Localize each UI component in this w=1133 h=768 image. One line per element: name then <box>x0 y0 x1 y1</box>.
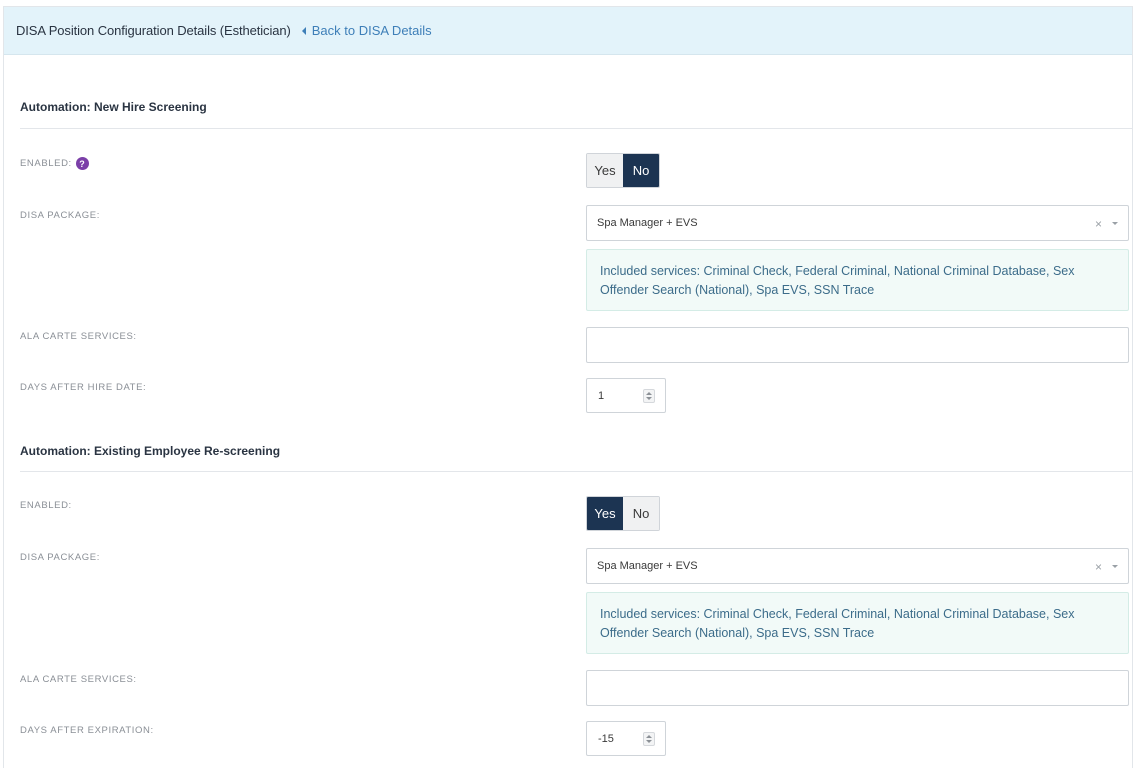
toggle-yes-button[interactable]: Yes <box>587 154 623 187</box>
ala-carte-label: ALA CARTE SERVICES: <box>20 331 137 342</box>
enabled-label: ENABLED: <box>20 500 72 511</box>
disa-package-select-new-hire[interactable]: Spa Manager + EVS × <box>586 205 1129 241</box>
enabled-label: ENABLED: ? <box>20 157 89 170</box>
section-divider <box>20 128 1133 129</box>
number-value: -15 <box>598 732 614 745</box>
page-title: DISA Position Configuration Details (Est… <box>16 23 291 38</box>
days-after-hire-label: DAYS AFTER HIRE DATE: <box>20 382 147 393</box>
clear-selection-icon[interactable]: × <box>1095 217 1102 231</box>
select-value: Spa Manager + EVS <box>597 217 698 229</box>
days-after-expiration-label: DAYS AFTER EXPIRATION: <box>20 725 154 736</box>
section-divider <box>20 471 1133 472</box>
disa-package-label: DISA PACKAGE: <box>20 552 100 563</box>
ala-carte-services-input-rescreening[interactable] <box>586 670 1129 706</box>
toggle-no-button[interactable]: No <box>623 154 659 187</box>
back-to-disa-details-link[interactable]: Back to DISA Details <box>301 23 432 38</box>
toggle-yes-button[interactable]: Yes <box>587 497 623 530</box>
days-after-expiration-input[interactable]: -15 <box>586 721 666 756</box>
ala-carte-label: ALA CARTE SERVICES: <box>20 674 137 685</box>
stepper-icon[interactable] <box>643 732 655 746</box>
number-value: 1 <box>598 389 605 402</box>
caret-left-icon <box>301 26 306 35</box>
included-services-info: Included services: Criminal Check, Feder… <box>586 592 1129 654</box>
select-value: Spa Manager + EVS <box>597 560 698 572</box>
disa-package-select-rescreening[interactable]: Spa Manager + EVS × <box>586 548 1129 584</box>
enabled-toggle-rescreening[interactable]: Yes No <box>586 496 660 531</box>
days-after-hire-input[interactable]: 1 <box>586 378 666 413</box>
included-services-info: Included services: Criminal Check, Feder… <box>586 249 1129 311</box>
stepper-icon[interactable] <box>643 389 655 403</box>
help-icon[interactable]: ? <box>75 157 89 170</box>
clear-selection-icon[interactable]: × <box>1095 560 1102 574</box>
configuration-panel: DISA Position Configuration Details (Est… <box>3 6 1133 768</box>
disa-package-label: DISA PACKAGE: <box>20 210 100 221</box>
toggle-no-button[interactable]: No <box>623 497 659 530</box>
back-link-label: Back to DISA Details <box>311 23 432 38</box>
dropdown-arrow-icon[interactable] <box>1112 222 1118 225</box>
panel-header: DISA Position Configuration Details (Est… <box>4 7 1132 55</box>
enabled-toggle-new-hire[interactable]: Yes No <box>586 153 660 188</box>
section-title-new-hire: Automation: New Hire Screening <box>20 100 207 114</box>
dropdown-arrow-icon[interactable] <box>1112 565 1118 568</box>
section-title-rescreening: Automation: Existing Employee Re-screeni… <box>20 444 281 458</box>
ala-carte-services-input-new-hire[interactable] <box>586 327 1129 363</box>
